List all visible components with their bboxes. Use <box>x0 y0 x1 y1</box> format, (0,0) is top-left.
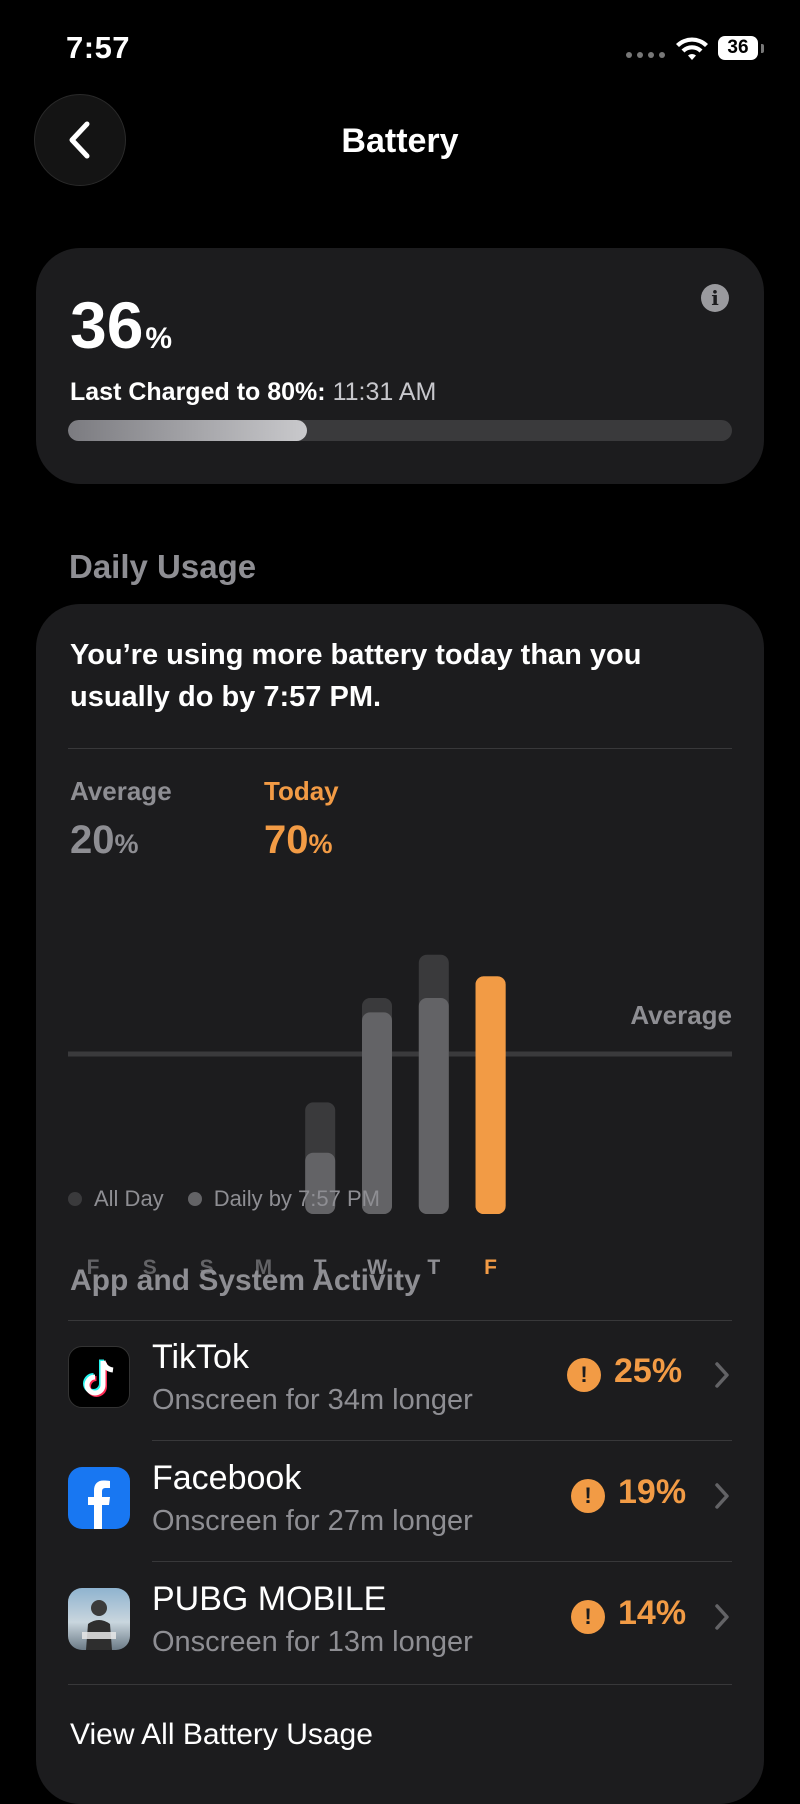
app-name: PUBG MOBILE <box>152 1580 387 1618</box>
facebook-icon <box>68 1467 130 1529</box>
battery-level-fill <box>68 420 308 441</box>
legend-all-day: All Day <box>68 1186 164 1212</box>
average-line-label: Average <box>630 1000 732 1030</box>
cellular-signal-icon <box>626 52 665 58</box>
app-usage-percent: 19% <box>618 1473 687 1511</box>
status-bar: 7:57 36 <box>0 0 800 100</box>
app-row-tiktok[interactable]: TikTok Onscreen for 34m longer ! 25% <box>36 1320 764 1441</box>
app-row-pubg[interactable]: PUBG MOBILE Onscreen for 13m longer ! 14… <box>36 1562 764 1683</box>
average-percent-sign: % <box>114 829 139 859</box>
legend-daily-by: Daily by 7:57 PM <box>187 1186 380 1212</box>
bar-daily-by-6 <box>418 998 449 1214</box>
today-label: Today <box>264 776 339 806</box>
warning-icon: ! <box>571 1600 605 1634</box>
app-activity-header: App and System Activity <box>70 1264 421 1297</box>
daily-usage-header: Daily Usage <box>69 548 257 585</box>
warning-icon: ! <box>571 1479 605 1513</box>
last-charged-label: Last Charged to 80%: <box>70 378 326 406</box>
legend-label: All Day <box>94 1186 164 1211</box>
average-label: Average <box>70 776 172 806</box>
battery-percent-sign: % <box>145 322 173 355</box>
info-icon[interactable]: i <box>701 284 729 312</box>
app-row-facebook[interactable]: Facebook Onscreen for 27m longer ! 19% <box>36 1441 764 1562</box>
last-charged-text: Last Charged to 80%: 11:31 AM <box>70 378 436 407</box>
pubg-icon <box>68 1588 130 1650</box>
average-number: 20 <box>70 818 115 862</box>
chevron-right-icon <box>715 1362 729 1388</box>
average-value: 20% <box>70 818 139 863</box>
today-number: 70 <box>264 818 309 862</box>
day-label-6: T <box>427 1256 440 1279</box>
app-name: Facebook <box>152 1459 302 1497</box>
today-value: 70% <box>264 818 333 863</box>
chevron-right-icon <box>715 1604 729 1630</box>
usage-chart: FSSMTWTF Average <box>68 884 732 1304</box>
app-name: TikTok <box>152 1338 249 1376</box>
view-all-battery-usage-link[interactable]: View All Battery Usage <box>70 1718 373 1752</box>
legend-label: Daily by 7:57 PM <box>213 1186 380 1211</box>
legend-dot <box>68 1192 82 1206</box>
battery-percent-value: 36 <box>70 288 144 362</box>
usage-chart-svg: FSSMTWTF <box>68 954 732 1279</box>
warning-icon: ! <box>567 1358 601 1392</box>
battery-percentage: 36% <box>70 292 172 358</box>
battery-status-icon: 36 <box>718 36 764 60</box>
bar-daily-by-5 <box>362 1012 392 1214</box>
tiktok-icon <box>68 1346 130 1408</box>
last-charged-time: 11:31 AM <box>332 378 437 406</box>
divider <box>68 748 732 749</box>
app-onscreen-detail: Onscreen for 34m longer <box>152 1384 473 1416</box>
chart-legend: All Day Daily by 7:57 PM <box>68 1186 404 1212</box>
wifi-icon <box>676 37 708 60</box>
daily-usage-card: You’re using more battery today than you… <box>36 604 764 1804</box>
usage-insight-message: You’re using more battery today than you… <box>70 639 642 714</box>
app-usage-percent: 25% <box>614 1352 683 1390</box>
status-time: 7:57 <box>66 30 131 65</box>
legend-dot <box>187 1192 202 1206</box>
app-onscreen-detail: Onscreen for 13m longer <box>152 1626 473 1658</box>
battery-level-card: 36% i Last Charged to 80%: 11:31 AM <box>36 248 764 484</box>
app-usage-percent: 14% <box>618 1594 687 1632</box>
day-label-7: F <box>484 1256 497 1279</box>
app-onscreen-detail: Onscreen for 27m longer <box>152 1505 473 1537</box>
today-percent-sign: % <box>308 829 333 859</box>
page-title: Battery <box>341 122 459 160</box>
divider <box>68 1684 732 1685</box>
chevron-right-icon <box>715 1483 729 1509</box>
battery-level-bar <box>68 420 732 441</box>
bar-daily-by-7 <box>475 976 506 1214</box>
